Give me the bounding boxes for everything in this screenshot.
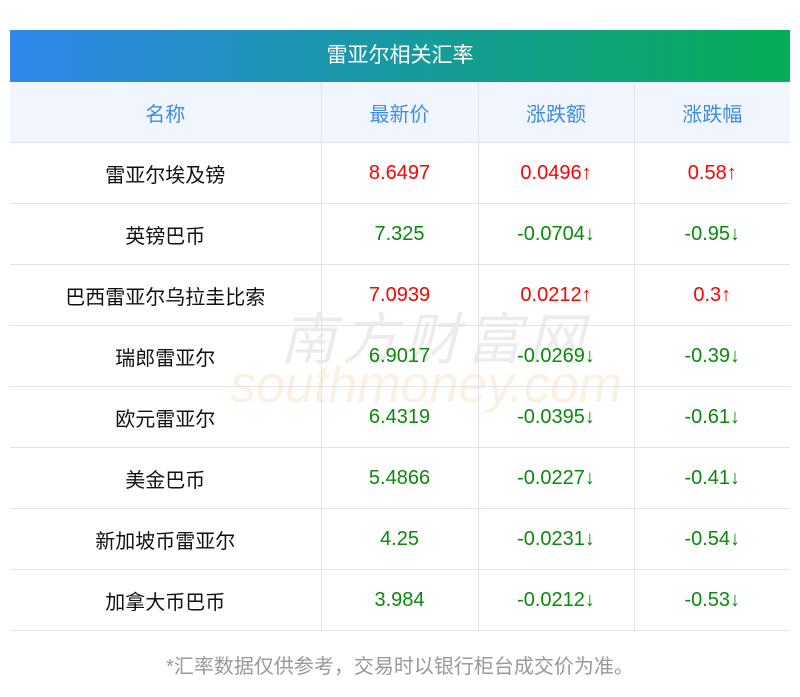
row-change: 0.0212↑: [477, 264, 634, 326]
row-price: 3.984: [320, 569, 478, 631]
row-name[interactable]: 瑞郎雷亚尔: [10, 325, 321, 387]
table-row: 美金巴币 5.4866 -0.0227↓ -0.41↓: [10, 447, 790, 509]
table-row: 巴西雷亚尔乌拉圭比索 7.0939 0.0212↑ 0.3↑: [10, 264, 790, 326]
row-pct: -0.95↓: [633, 203, 790, 265]
table-row: 加拿大币巴币 3.984 -0.0212↓ -0.53↓: [10, 569, 790, 631]
row-change: -0.0231↓: [477, 508, 634, 570]
table-row: 瑞郎雷亚尔 6.9017 -0.0269↓ -0.39↓: [10, 325, 790, 387]
row-pct: 0.3↑: [633, 264, 790, 326]
row-name[interactable]: 欧元雷亚尔: [10, 386, 321, 448]
row-change: -0.0227↓: [477, 447, 634, 509]
row-pct: -0.39↓: [633, 325, 790, 387]
row-change: -0.0212↓: [477, 569, 634, 631]
table-row: 欧元雷亚尔 6.4319 -0.0395↓ -0.61↓: [10, 386, 790, 448]
row-pct: -0.54↓: [633, 508, 790, 570]
row-name[interactable]: 雷亚尔埃及镑: [10, 142, 321, 204]
row-name[interactable]: 英镑巴币: [10, 203, 321, 265]
row-name[interactable]: 美金巴币: [10, 447, 321, 509]
rate-table: 名称 最新价 涨跌额 涨跌幅 雷亚尔埃及镑 8.6497 0.0496↑ 0.58↑ 英…: [10, 82, 790, 631]
table-row: 新加坡币雷亚尔 4.25 -0.0231↓ -0.54↓: [10, 508, 790, 570]
row-change: -0.0704↓: [477, 203, 634, 265]
row-pct: -0.61↓: [633, 386, 790, 448]
disclaimer: *汇率数据仅供参考，交易时以银行柜台成交价为准。: [166, 656, 634, 678]
row-pct: -0.41↓: [633, 447, 790, 509]
header-pct: 涨跌幅: [633, 82, 790, 143]
row-price: 7.0939: [320, 264, 478, 326]
row-price: 8.6497: [320, 142, 478, 204]
row-change: -0.0395↓: [477, 386, 634, 448]
row-price: 7.325: [320, 203, 478, 265]
row-pct: -0.53↓: [633, 569, 790, 631]
row-change: 0.0496↑: [477, 142, 634, 204]
row-pct: 0.58↑: [633, 142, 790, 204]
header-change: 涨跌额: [477, 82, 634, 143]
row-name[interactable]: 巴西雷亚尔乌拉圭比索: [10, 264, 321, 326]
table-row: 英镑巴币 7.325 -0.0704↓ -0.95↓: [10, 203, 790, 265]
row-price: 5.4866: [320, 447, 478, 509]
row-price: 4.25: [320, 508, 478, 570]
header-price: 最新价: [320, 82, 478, 143]
table-row: 雷亚尔埃及镑 8.6497 0.0496↑ 0.58↑: [10, 142, 790, 204]
row-price: 6.4319: [320, 386, 478, 448]
header-name: 名称: [10, 82, 321, 143]
header-row: 名称 最新价 涨跌额 涨跌幅: [10, 82, 790, 143]
rate-table-container: 雷亚尔相关汇率 名称 最新价 涨跌额 涨跌幅 雷亚尔埃及镑 8.6497 0.049…: [10, 30, 790, 631]
row-price: 6.9017: [320, 325, 478, 387]
row-change: -0.0269↓: [477, 325, 634, 387]
table-title: 雷亚尔相关汇率: [10, 30, 790, 82]
row-name[interactable]: 加拿大币巴币: [10, 569, 321, 631]
row-name[interactable]: 新加坡币雷亚尔: [10, 508, 321, 570]
